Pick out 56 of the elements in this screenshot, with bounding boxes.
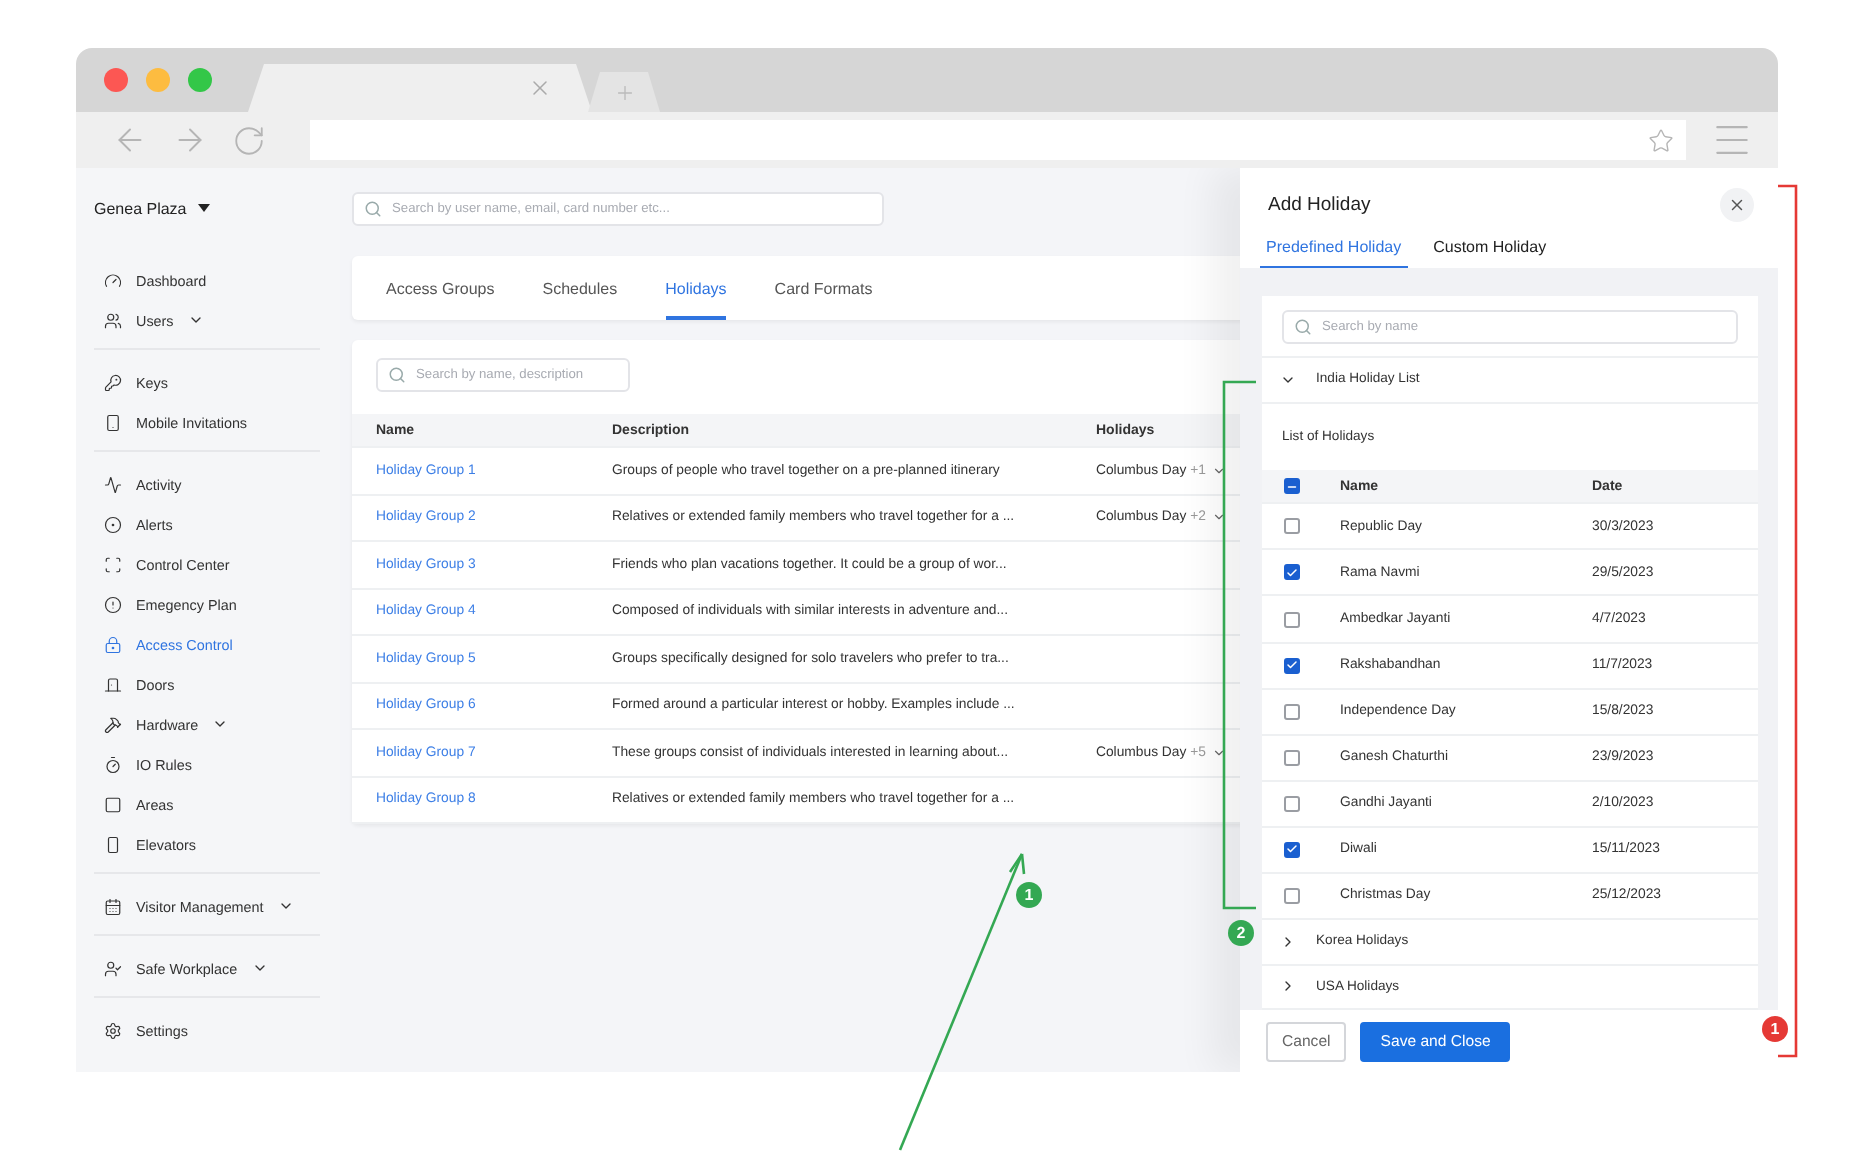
search-icon	[364, 200, 382, 218]
tab[interactable]: Card Formats	[774, 256, 873, 320]
chevron-icon[interactable]	[1211, 510, 1226, 525]
checkbox[interactable]	[1284, 478, 1300, 495]
close-button[interactable]	[1720, 188, 1754, 222]
lock-icon	[104, 635, 122, 653]
alert-circle-icon	[104, 595, 122, 613]
close-dot-icon[interactable]	[104, 68, 128, 92]
search-icon	[388, 366, 406, 384]
check-icon	[1286, 658, 1298, 673]
panel-title: Add Holiday	[1268, 194, 1371, 216]
minimize-dot-icon[interactable]	[146, 68, 170, 92]
checkbox[interactable]	[1284, 564, 1300, 581]
close-icon	[1728, 196, 1746, 214]
location-selector[interactable]: Genea Plaza	[94, 192, 211, 224]
tab[interactable]: Holidays	[665, 256, 727, 320]
scan-icon	[104, 555, 122, 573]
tab[interactable]: Custom Holiday	[1427, 238, 1553, 268]
star-icon[interactable]	[1648, 127, 1674, 153]
checkbox[interactable]	[1284, 518, 1300, 535]
settings-icon	[104, 1021, 122, 1039]
door-icon	[104, 675, 122, 693]
checkbox[interactable]	[1284, 795, 1300, 812]
checkbox[interactable]	[1284, 611, 1300, 628]
check-icon	[1286, 842, 1298, 857]
tab[interactable]: Access Groups	[386, 256, 495, 320]
close-icon[interactable]	[528, 76, 552, 100]
plus-icon	[613, 81, 635, 103]
hammer-icon	[104, 715, 122, 733]
circle-dot-icon	[104, 515, 122, 533]
users-icon	[104, 311, 122, 329]
check-icon	[1286, 565, 1298, 580]
gauge-icon	[104, 271, 122, 289]
search-icon	[1294, 318, 1312, 336]
user-check-icon	[104, 959, 122, 977]
chevron-icon[interactable]	[1211, 745, 1226, 760]
calendar-icon	[104, 897, 122, 915]
key-icon	[104, 373, 122, 391]
chevron-icon	[1280, 933, 1296, 950]
rectangle-icon	[104, 835, 122, 853]
reload-icon[interactable]	[232, 123, 266, 157]
phone-icon	[104, 413, 122, 431]
square-icon	[104, 795, 122, 813]
timer-icon	[104, 755, 122, 773]
checkbox[interactable]	[1284, 703, 1300, 720]
chevron-icon[interactable]	[1211, 463, 1226, 478]
maximize-dot-icon[interactable]	[188, 68, 212, 92]
number-badge: 1	[1762, 1016, 1788, 1042]
checkbox[interactable]	[1284, 887, 1300, 904]
pulse-icon	[104, 475, 122, 493]
chevron-icon	[1280, 978, 1296, 995]
checkbox[interactable]	[1284, 657, 1300, 674]
checkbox[interactable]	[1284, 841, 1300, 858]
caret-icon	[198, 204, 211, 212]
tab[interactable]: Schedules	[542, 256, 618, 320]
checkbox[interactable]	[1284, 749, 1300, 766]
